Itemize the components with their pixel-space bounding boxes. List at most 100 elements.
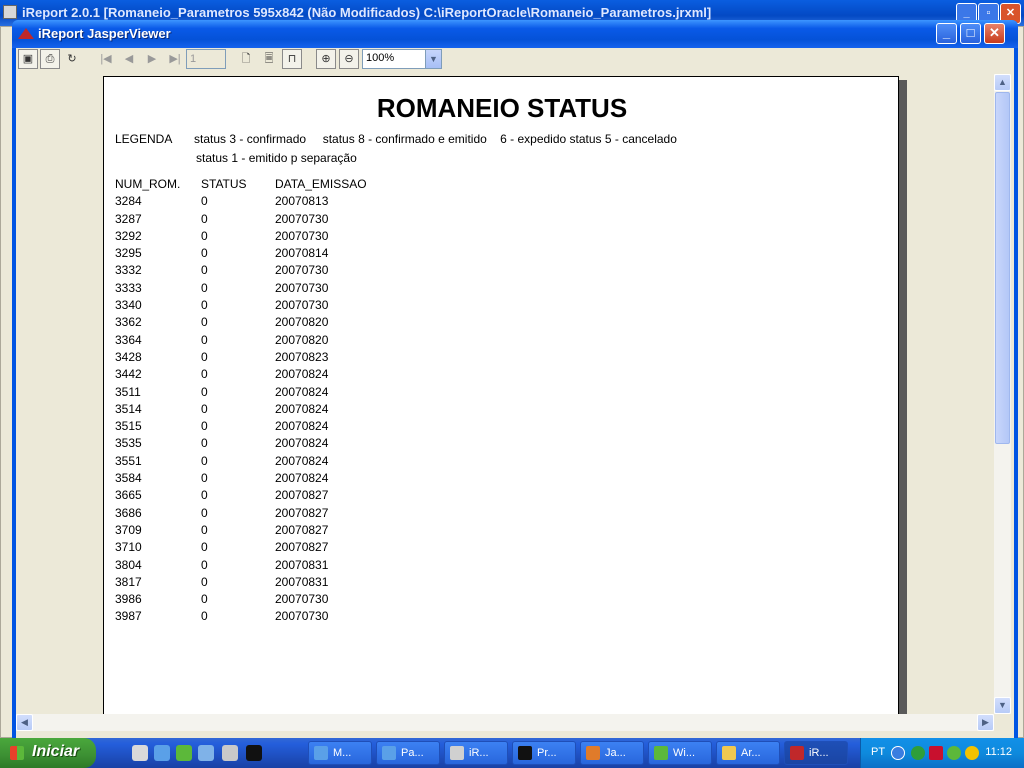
cell-num-rom: 3284	[115, 194, 142, 209]
ie-icon	[382, 746, 396, 760]
next-page-button[interactable]: ▶	[142, 49, 162, 69]
actual-size-button[interactable]: 🗋	[236, 49, 256, 69]
security-icon[interactable]	[965, 746, 979, 760]
viewer-titlebar[interactable]: iReport JasperViewer _ □ ✕	[12, 20, 1018, 48]
taskbar-button[interactable]: Wi...	[648, 741, 712, 765]
print-icon: ⎙	[45, 53, 55, 65]
taskbar-button-label: Pa...	[401, 747, 424, 759]
last-page-icon: ▶|	[169, 53, 181, 65]
scroll-down-icon[interactable]: ▼	[994, 697, 1011, 714]
cell-num-rom: 3535	[115, 436, 142, 451]
minimize-button[interactable]: _	[936, 23, 957, 44]
cell-num-rom: 3551	[115, 453, 142, 468]
zoom-select[interactable]: 100% ▼	[362, 49, 442, 69]
cell-num-rom: 3340	[115, 298, 142, 313]
taskbar-button[interactable]: iR...	[444, 741, 508, 765]
calculator-icon[interactable]	[222, 745, 238, 761]
cell-status: 0	[201, 280, 208, 295]
taskbar-button[interactable]: Pa...	[376, 741, 440, 765]
vertical-scroll-thumb[interactable]	[995, 92, 1010, 444]
console-icon	[518, 746, 532, 760]
cell-data-emissao: 20070820	[275, 332, 329, 347]
cell-status: 0	[201, 592, 208, 607]
jasper-viewer-window: iReport JasperViewer _ □ ✕ ▣ ⎙ ↻ |◀ ◀ ▶ …	[12, 20, 1018, 738]
taskbar-button-label: M...	[333, 747, 352, 759]
ie-icon[interactable]	[154, 745, 170, 761]
cell-num-rom: 3362	[115, 315, 142, 330]
scroll-right-icon[interactable]: ▶	[977, 714, 994, 731]
taskbar-button[interactable]: Ar...	[716, 741, 780, 765]
messenger-icon[interactable]	[176, 745, 192, 761]
save-button[interactable]: ▣	[18, 49, 38, 69]
print-button[interactable]: ⎙	[40, 49, 60, 69]
cell-data-emissao: 20070827	[275, 505, 329, 520]
cell-data-emissao: 20070824	[275, 453, 329, 468]
vertical-scrollbar[interactable]: ▲ ▼	[994, 74, 1011, 714]
cell-status: 0	[201, 263, 208, 278]
last-page-button[interactable]: ▶|	[165, 49, 185, 69]
tray-chevron-icon[interactable]	[891, 746, 905, 760]
taskbar-button-label: iR...	[809, 747, 829, 759]
taskbar-button[interactable]: Ja...	[580, 741, 644, 765]
taskbar-button[interactable]: Pr...	[512, 741, 576, 765]
next-page-icon: ▶	[147, 53, 157, 65]
messenger-icon	[654, 746, 668, 760]
system-tray: PT 11:12	[860, 738, 1024, 768]
cell-data-emissao: 20070730	[275, 211, 329, 226]
first-page-button[interactable]: |◀	[96, 49, 116, 69]
cell-status: 0	[201, 505, 208, 520]
fit-page-button[interactable]: 🗏	[259, 49, 279, 69]
fit-width-button[interactable]: ⊓	[282, 49, 302, 69]
scroll-left-icon[interactable]: ◀	[16, 714, 33, 731]
show-desktop-icon[interactable]	[132, 745, 148, 761]
cell-data-emissao: 20070814	[275, 246, 329, 261]
cell-status: 0	[201, 246, 208, 261]
cell-status: 0	[201, 384, 208, 399]
taskbar-button[interactable]: iR...	[784, 741, 848, 765]
cell-status: 0	[201, 436, 208, 451]
network-icon[interactable]	[911, 746, 925, 760]
previous-page-button[interactable]: ◀	[119, 49, 139, 69]
page-number-input[interactable]: 1	[186, 49, 226, 69]
ireport-app-icon	[3, 5, 17, 19]
close-button[interactable]: ✕	[984, 23, 1005, 44]
cell-status: 0	[201, 315, 208, 330]
zoom-out-button[interactable]: ⊖	[339, 49, 359, 69]
zoom-out-icon: ⊖	[344, 53, 354, 65]
windows-logo-icon	[10, 746, 24, 760]
cell-data-emissao: 20070730	[275, 298, 329, 313]
cell-status: 0	[201, 557, 208, 572]
zoom-in-button[interactable]: ⊕	[316, 49, 336, 69]
report-title: ROMANEIO STATUS	[376, 93, 628, 123]
antivirus-icon[interactable]	[929, 746, 943, 760]
console-icon[interactable]	[246, 745, 262, 761]
cell-num-rom: 3292	[115, 228, 142, 243]
maximize-button[interactable]: □	[960, 23, 981, 44]
reload-button[interactable]: ↻	[62, 49, 82, 69]
scroll-up-icon[interactable]: ▲	[994, 74, 1011, 91]
background-window-title: iReport 2.0.1 [Romaneio_Parametros 595x8…	[22, 5, 712, 20]
cell-status: 0	[201, 332, 208, 347]
cell-num-rom: 3986	[115, 592, 142, 607]
cell-num-rom: 3584	[115, 471, 142, 486]
cell-status: 0	[201, 609, 208, 624]
legend-line-2: status 1 - emitido p separação	[196, 151, 357, 165]
language-indicator[interactable]: PT	[871, 746, 885, 758]
cell-status: 0	[201, 349, 208, 364]
cell-status: 0	[201, 194, 208, 209]
chevron-down-icon[interactable]: ▼	[425, 50, 441, 68]
legend-label: LEGENDA	[115, 132, 173, 146]
notepad-icon[interactable]	[198, 745, 214, 761]
messenger-tray-icon[interactable]	[947, 746, 961, 760]
cell-data-emissao: 20070824	[275, 471, 329, 486]
taskbar-button[interactable]: M...	[308, 741, 372, 765]
horizontal-scrollbar[interactable]: ◀ ▶	[16, 714, 994, 731]
jasper-icon	[18, 28, 34, 39]
cell-num-rom: 3514	[115, 401, 142, 416]
cell-data-emissao: 20070824	[275, 436, 329, 451]
viewer-toolbar: ▣ ⎙ ↻ |◀ ◀ ▶ ▶| 1 🗋 🗏 ⊓ ⊕ ⊖ 100% ▼	[16, 48, 1014, 72]
cell-status: 0	[201, 488, 208, 503]
cell-num-rom: 3428	[115, 349, 142, 364]
start-button[interactable]: Iniciar	[0, 738, 96, 768]
viewer-title: iReport JasperViewer	[38, 26, 171, 41]
